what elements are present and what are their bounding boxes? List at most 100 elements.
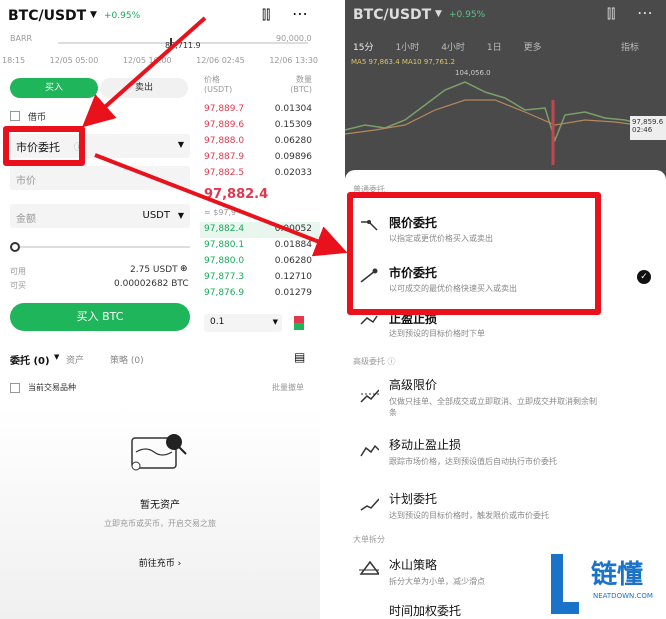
chevron-down-icon: ▼ (177, 140, 184, 149)
buy-button[interactable]: 买入 BTC (10, 303, 190, 331)
option-trailing-stop[interactable]: 移动止盈止损 跟踪市场价格，达到预设值后自动执行市价委托 (345, 432, 666, 472)
empty-title: 暂无资产 (140, 500, 180, 511)
margin-checkbox[interactable] (10, 111, 20, 121)
amount-unit[interactable]: USDT (143, 210, 170, 221)
add-funds-icon[interactable]: ⊕ (180, 264, 188, 274)
price-tag: 97,859.6 02:46 (630, 116, 666, 140)
time-label: 12/05 05:00 (49, 56, 99, 65)
change-percent: +0.95% (104, 11, 141, 21)
ob-header-price: 价格 (USDT) (204, 75, 233, 94)
available-value: 2.75 USDT (130, 265, 178, 275)
change-percent: +0.95% (449, 10, 486, 20)
advanced-limit-icon (360, 389, 379, 403)
chevron-down-icon[interactable]: ▼ (54, 353, 59, 361)
chevron-down-icon[interactable]: ▼ (90, 10, 97, 20)
trigger-order-icon (360, 498, 379, 511)
bid-row[interactable]: 97,882.4 0.00052 (200, 222, 320, 238)
bid-row[interactable]: 97,880.0 0.06280 (200, 254, 320, 270)
selected-check-icon: ✓ (637, 270, 651, 284)
tab-sell[interactable]: 卖出 (100, 78, 188, 98)
slider-handle[interactable] (10, 242, 20, 252)
logo-mark-icon (551, 554, 579, 614)
bar-value-right: 90,000.0 (276, 34, 312, 43)
amount-slider[interactable] (14, 246, 190, 248)
available-label: 可用 (10, 267, 26, 276)
chevron-down-icon[interactable]: ▼ (435, 9, 442, 19)
ask-row[interactable]: 97,889.7 0.01304 (200, 102, 320, 118)
last-price-usd: ≈ $97,9 (204, 208, 237, 217)
bid-row[interactable]: 97,880.1 0.01884 (200, 238, 320, 254)
tab-interval[interactable]: 15分 (353, 40, 373, 53)
highlight-box-order-options (347, 192, 601, 315)
bid-row[interactable]: 97,876.9 0.01279 (200, 286, 320, 302)
depth-select[interactable]: 0.1 ▼ (204, 314, 282, 332)
bid-row[interactable]: 97,877.3 0.12710 (200, 270, 320, 286)
section-header-advanced: 高级委托 ⓘ (353, 357, 396, 366)
candlestick-icon[interactable]: ⫿⫿ (607, 7, 615, 22)
tab-buy[interactable]: 买入 (10, 78, 98, 98)
option-title: 时间加权委托 (389, 604, 462, 618)
tab-orders[interactable]: 委托 (0) (10, 352, 50, 367)
iceberg-icon (359, 560, 379, 575)
amount-placeholder: 金额 (16, 214, 36, 225)
option-title: 计划委托 (389, 492, 438, 506)
tab-interval[interactable]: 4小时 (441, 40, 465, 53)
time-label: 12/06 13:30 (269, 56, 318, 65)
ma-readout: MA5 97,863.4 MA10 97,761.2 (351, 58, 456, 66)
option-advanced-limit[interactable]: 高级限价 仅做只挂单、全部成交或立即取消、立即成交并取消剩余制条 (345, 374, 666, 420)
price-input[interactable]: 市价 (10, 166, 190, 190)
chevron-down-icon[interactable]: ▼ (178, 211, 184, 220)
right-screen: BTC/USDT ▼ +0.95% ⫿⫿ ⋯ 15分 1小时 4小时 1日 更多… (345, 0, 666, 619)
canbuy-value: 0.00002682 BTC (114, 279, 189, 289)
pair-title[interactable]: BTC/USDT (8, 8, 86, 24)
tab-interval[interactable]: 更多 (524, 40, 542, 53)
more-icon[interactable]: ⋯ (292, 4, 308, 23)
tab-strategy[interactable]: 策略 (0) (110, 353, 144, 366)
deposit-link[interactable]: 前往充币 › (0, 556, 320, 569)
left-screen: BTC/USDT ▼ +0.95% ⫿⫿ ⋯ BARR 89,711.9 90,… (0, 0, 320, 619)
tab-interval[interactable]: 1小时 (395, 40, 419, 53)
interval-tabs: 15分 1小时 4小时 1日 更多 (353, 40, 542, 53)
current-only-checkbox[interactable] (10, 383, 20, 393)
option-title: 移动止盈止损 (389, 438, 462, 452)
option-trigger-order[interactable]: 计划委托 达到预设的目标价格时，触发限价或市价委托 (345, 486, 666, 526)
ask-row[interactable]: 97,888.0 0.06280 (200, 134, 320, 150)
order-book: 价格 (USDT) 数量 (BTC) 97,889.7 0.01304 97,88… (200, 70, 320, 332)
highlight-box-order-type (3, 126, 85, 166)
tab-indicators[interactable]: 指标 (621, 40, 639, 53)
option-desc: 仅做只挂单、全部成交或立即取消、立即成交并取消剩余制条 (389, 397, 597, 417)
option-title: 冰山策略 (389, 558, 438, 572)
ask-row[interactable]: 97,882.5 0.02033 (200, 166, 320, 182)
pair-title[interactable]: BTC/USDT (353, 7, 431, 23)
history-icon[interactable]: ▤ (294, 350, 305, 364)
margin-label: 借币 (28, 113, 47, 123)
bar-label: BARR (10, 34, 33, 43)
bar-value-mid: 89,711.9 (165, 41, 201, 50)
tab-assets[interactable]: 资产 (66, 353, 84, 366)
time-label: 12/05 16:00 (122, 56, 172, 65)
ask-row[interactable]: 97,889.6 0.15309 (200, 118, 320, 134)
last-price: 97,882.4 (204, 187, 269, 202)
option-desc: 达到预设的目标价格时下单 (389, 329, 485, 338)
ask-row[interactable]: 97,887.9 0.09896 (200, 150, 320, 166)
ob-header-qty: 数量 (BTC) (290, 75, 312, 94)
more-icon[interactable]: ⋯ (637, 3, 653, 22)
batch-cancel[interactable]: 批量撤单 (272, 382, 304, 393)
empty-state: 暂无资产 立即充币或买币，开启交易之旅 前往充币 › (0, 404, 320, 619)
depth-mode-icon[interactable] (294, 316, 304, 330)
time-axis: 18:15 12/05 05:00 12/05 16:00 12/06 02:45 12… (0, 56, 320, 65)
tab-interval[interactable]: 1日 (487, 40, 502, 53)
amount-input[interactable]: 金额 USDT ▼ (10, 204, 190, 228)
option-title: 高级限价 (389, 378, 438, 392)
price-chart[interactable] (345, 70, 666, 170)
logo-subtext: NEATDOWN.COM (593, 592, 653, 600)
time-label: 18:15 (2, 56, 26, 65)
current-only-label: 当前交易品种 (28, 383, 76, 392)
price-placeholder: 市价 (16, 176, 36, 187)
canbuy-label: 可买 (10, 281, 26, 290)
chevron-down-icon: ▼ (272, 318, 278, 326)
time-label: 12/06 02:45 (196, 56, 245, 65)
candlestick-icon[interactable]: ⫿⫿ (262, 8, 270, 23)
empty-desc: 立即充币或买币，开启交易之旅 (104, 519, 216, 528)
section-header-split: 大单拆分 (353, 535, 385, 544)
